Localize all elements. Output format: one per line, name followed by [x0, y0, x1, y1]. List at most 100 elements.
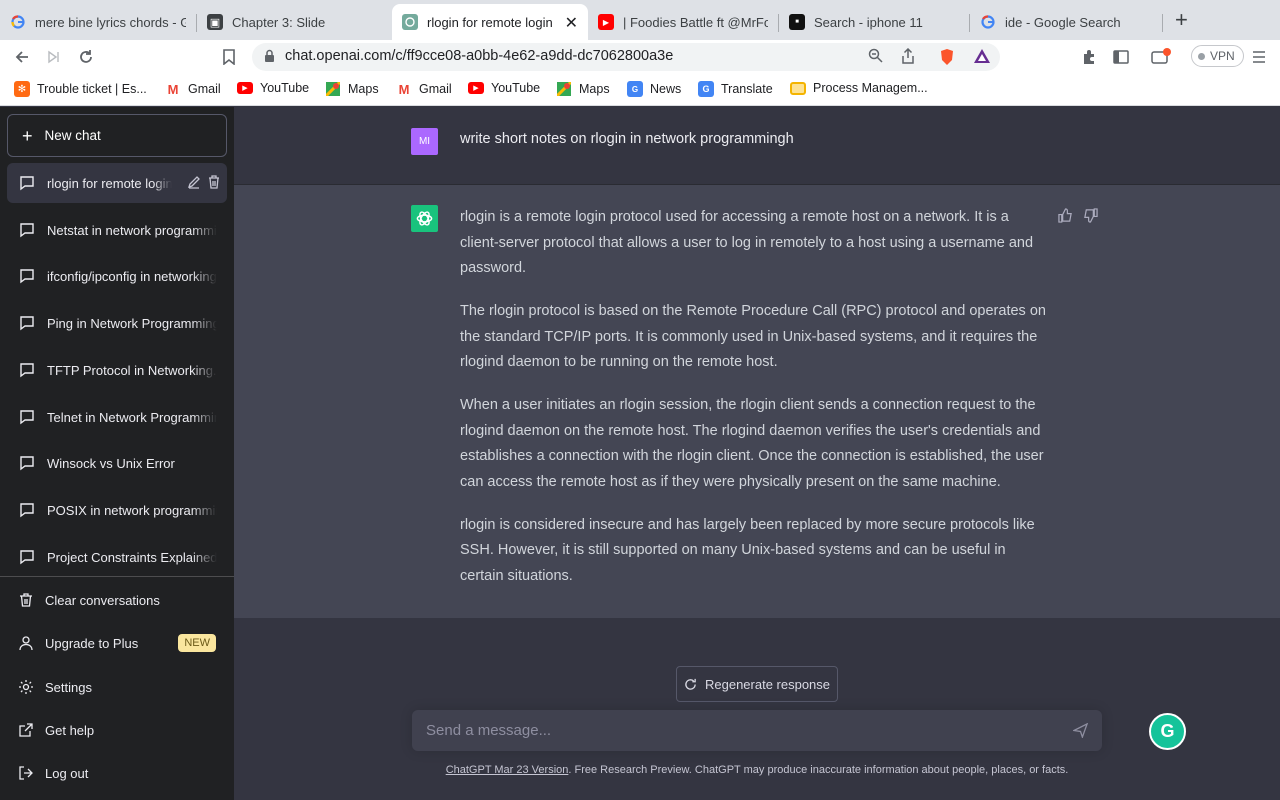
maps-icon — [325, 81, 341, 97]
edit-icon[interactable] — [187, 175, 201, 189]
sidebar-item-telnet[interactable]: Telnet in Network Programming — [7, 397, 227, 437]
tab-title: mere bine lyrics chords - Go — [35, 14, 186, 30]
sidebar-item-tftp[interactable]: TFTP Protocol in Networking. — [7, 350, 227, 390]
message-input[interactable] — [412, 710, 1062, 751]
menu-label: Settings — [45, 679, 92, 695]
answer-paragraph: The rlogin protocol is based on the Remo… — [460, 303, 1046, 370]
bookmark-item[interactable]: ✻ Trouble ticket | Es... — [14, 81, 147, 97]
thumbs-up-icon[interactable] — [1058, 208, 1073, 228]
tab-title: rlogin for remote login — [427, 14, 553, 30]
sidebar-divider — [0, 576, 234, 577]
message-composer — [412, 710, 1102, 751]
assistant-message-row: rlogin is a remote login protocol used f… — [234, 185, 1280, 618]
bookmark-item[interactable]: M Gmail — [165, 81, 221, 97]
refresh-icon — [685, 678, 696, 690]
browser-toolbar: chat.openai.com/c/ff9cce08-a0bb-4e62-a9d… — [0, 40, 1280, 72]
browser-tab[interactable]: mere bine lyrics chords - Go — [0, 4, 196, 40]
external-link-icon — [19, 723, 33, 737]
bookmark-item[interactable]: Process Managem... — [790, 81, 928, 95]
menu-label: Get help — [45, 722, 95, 738]
thumbs-down-icon[interactable] — [1083, 208, 1098, 228]
lock-icon — [264, 49, 275, 68]
chat-bubble-icon — [20, 363, 34, 378]
sidebar-item-project-constraints[interactable]: Project Constraints Explained. — [7, 537, 227, 577]
sidebar-item-label: POSIX in network programming — [47, 502, 217, 518]
sidebar-item-label: Project Constraints Explained. — [47, 549, 217, 565]
assistant-message: rlogin is a remote login protocol used f… — [460, 205, 1050, 607]
send-icon[interactable] — [1071, 722, 1089, 743]
chat-bubble-icon — [20, 410, 34, 425]
menu-label: Upgrade to Plus — [45, 635, 139, 651]
bookmark-item[interactable]: M Gmail — [396, 81, 452, 97]
share-icon[interactable] — [901, 47, 915, 68]
close-tab-icon[interactable]: ✕ — [565, 13, 578, 33]
version-link[interactable]: ChatGPT Mar 23 Version — [446, 764, 569, 776]
browser-tab[interactable]: ide - Google Search — [970, 4, 1162, 40]
browser-tab[interactable]: ▣ Chapter 3: Slide — [197, 4, 392, 40]
browser-tab[interactable]: ■ Search - iphone 11 — [779, 4, 969, 40]
answer-paragraph: rlogin is a remote login protocol used f… — [460, 209, 1034, 276]
chat-bubble-icon — [20, 223, 34, 238]
news-icon: G — [627, 81, 643, 97]
sidebar-item-ifconfig[interactable]: ifconfig/ipconfig in networking — [7, 256, 227, 296]
extensions-icon[interactable] — [1077, 45, 1101, 69]
bookmark-item[interactable]: Maps — [325, 81, 379, 97]
bookmark-label: Maps — [579, 82, 610, 96]
forward-icon[interactable] — [42, 45, 66, 69]
tab-separator — [1162, 14, 1163, 32]
get-help-button[interactable]: Get help — [7, 710, 227, 750]
bookmark-icon[interactable] — [217, 45, 241, 69]
chatgpt-logo-icon — [411, 205, 438, 232]
new-badge: NEW — [178, 634, 216, 652]
sidebar-item-netstat[interactable]: Netstat in network programming — [7, 210, 227, 250]
answer-paragraph: rlogin is considered insecure and has la… — [460, 516, 1035, 584]
zoom-icon[interactable] — [868, 48, 883, 67]
regenerate-response-button[interactable]: Regenerate response — [676, 666, 838, 702]
menu-icon[interactable] — [1247, 45, 1271, 69]
bookmark-label: YouTube — [491, 81, 541, 95]
slides-icon: ▣ — [207, 14, 223, 30]
sidebar-item-posix[interactable]: POSIX in network programming — [7, 490, 227, 530]
vpn-button[interactable]: VPN — [1191, 45, 1244, 67]
upgrade-plus-button[interactable]: Upgrade to Plus NEW — [7, 623, 227, 663]
chat-bubble-icon — [20, 503, 34, 518]
bookmark-item[interactable]: Maps — [556, 81, 610, 97]
sidebar-item-winsock[interactable]: Winsock vs Unix Error — [7, 443, 227, 483]
bookmark-label: Maps — [348, 82, 379, 96]
back-icon[interactable] — [10, 45, 34, 69]
new-chat-button[interactable]: + New chat — [7, 114, 227, 157]
chat-bubble-icon — [20, 176, 34, 191]
tab-title: Search - iphone 11 — [814, 14, 923, 30]
sidebar-item-label: TFTP Protocol in Networking. — [47, 362, 217, 378]
browser-tab[interactable]: ▶ | Foodies Battle ft @MrFood — [588, 4, 778, 40]
trash-icon — [20, 593, 32, 607]
tab-strip: mere bine lyrics chords - Go ▣ Chapter 3… — [0, 0, 1280, 40]
bookmark-item[interactable]: G News — [627, 81, 681, 97]
sidebar-item-rlogin[interactable]: rlogin for remote login — [7, 163, 227, 203]
brave-rewards-icon[interactable] — [973, 48, 991, 68]
settings-button[interactable]: Settings — [7, 667, 227, 707]
bookmark-item[interactable]: ▶ YouTube — [468, 81, 540, 95]
reload-icon[interactable] — [74, 45, 98, 69]
new-tab-icon[interactable]: + — [1175, 9, 1188, 31]
ticket-icon: ✻ — [14, 81, 30, 97]
google-icon — [980, 14, 996, 30]
wallet-icon[interactable] — [1149, 45, 1173, 69]
clear-conversations-button[interactable]: Clear conversations — [7, 580, 227, 620]
gmail-icon: M — [398, 81, 410, 97]
sidebar-item-label: Telnet in Network Programming — [47, 409, 217, 425]
chat-bubble-icon — [20, 269, 34, 284]
grammarly-icon[interactable]: G — [1149, 713, 1186, 750]
google-icon — [10, 14, 26, 30]
brave-shield-icon[interactable] — [939, 48, 955, 70]
new-chat-label: New chat — [44, 128, 101, 143]
log-out-button[interactable]: Log out — [7, 753, 227, 793]
trash-icon[interactable] — [207, 175, 221, 189]
browser-tab-active[interactable]: rlogin for remote login ✕ — [392, 4, 588, 40]
bookmark-item[interactable]: G Translate — [698, 81, 773, 97]
bookmark-item[interactable]: ▶ YouTube — [237, 81, 309, 95]
folder-icon — [790, 81, 806, 95]
address-bar[interactable]: chat.openai.com/c/ff9cce08-a0bb-4e62-a9d… — [252, 43, 1000, 71]
sidebar-item-ping[interactable]: Ping in Network Programming. — [7, 303, 227, 343]
sidebar-toggle-icon[interactable] — [1109, 45, 1133, 69]
